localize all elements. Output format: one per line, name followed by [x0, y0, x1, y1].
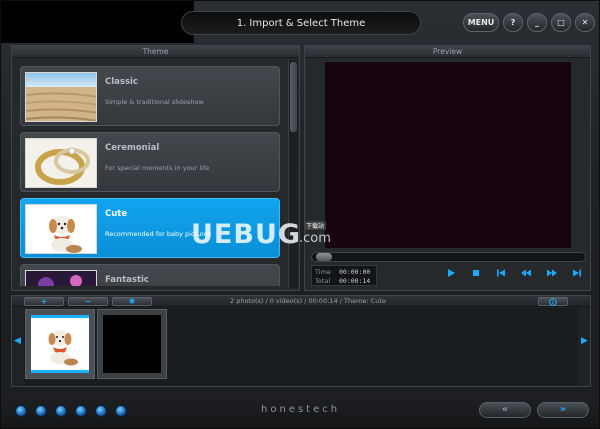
theme-item-fantastic[interactable]: Fantastic	[20, 264, 280, 286]
theme-thumbnail	[25, 270, 97, 286]
clip-thumbnail	[31, 315, 89, 373]
title-bar-dark-area	[1, 1, 194, 43]
total-label: Total	[315, 277, 331, 285]
theme-description: Simple & traditional slideshow	[105, 98, 204, 106]
step-indicator-4[interactable]	[75, 405, 87, 417]
time-value: 00:00:00	[339, 268, 371, 276]
fast-forward-icon[interactable]	[544, 268, 560, 282]
maximize-button[interactable]: □	[551, 13, 571, 32]
add-media-button[interactable]: +	[24, 297, 64, 306]
remove-media-button[interactable]: −	[68, 297, 108, 306]
theme-thumbnail	[25, 138, 97, 188]
play-icon[interactable]	[443, 268, 459, 282]
skip-forward-icon[interactable]	[569, 268, 585, 282]
scroll-left-icon[interactable]: ◀	[14, 336, 21, 346]
effects-button[interactable]: ✱	[112, 297, 152, 306]
step-indicator-6[interactable]	[115, 405, 127, 417]
scrollbar-thumb[interactable]	[290, 62, 297, 132]
theme-thumbnail	[25, 72, 97, 122]
stop-icon[interactable]	[468, 268, 484, 282]
window-title: 1. Import & Select Theme	[181, 11, 421, 35]
theme-scrollbar[interactable]	[288, 60, 298, 288]
theme-list: Classic Simple & traditional slideshow C…	[18, 66, 283, 286]
theme-panel: Theme Classic Simple & traditional slide	[11, 45, 300, 291]
theme-name: Fantastic	[105, 275, 149, 285]
step-indicator-1[interactable]	[15, 405, 27, 417]
help-button[interactable]: ?	[503, 13, 523, 32]
time-label: Time	[315, 268, 331, 276]
seek-knob[interactable]	[316, 253, 332, 261]
storyboard-panel: + − ✱ 2 photo(s) / 0 video(s) / 00:00:14…	[11, 295, 591, 387]
theme-description: For special moments in your life	[105, 164, 210, 172]
storyboard-clip-2[interactable]	[97, 309, 167, 379]
storyboard-status: 2 photo(s) / 0 video(s) / 00:00:14 / The…	[230, 297, 386, 305]
close-button[interactable]: ✕	[575, 13, 595, 32]
skip-back-icon[interactable]	[493, 268, 509, 282]
clip-thumbnail	[103, 315, 161, 373]
step-indicator-3[interactable]	[55, 405, 67, 417]
brand-logo: honestech	[261, 404, 341, 415]
theme-name: Ceremonial	[105, 143, 160, 153]
theme-thumbnail	[25, 204, 97, 254]
back-button[interactable]: «	[479, 402, 531, 418]
theme-description: Recommended for baby pictures	[105, 230, 212, 238]
preview-panel: Preview Time 00:00:00 Total 00:00:14	[304, 45, 591, 291]
time-display: Time 00:00:00 Total 00:00:14	[311, 265, 377, 286]
menu-button[interactable]: MENU	[463, 13, 499, 32]
app-window: 1. Import & Select Theme MENU ? _ □ ✕ Th…	[0, 0, 600, 429]
bottom-bar: honestech « »	[1, 393, 599, 428]
next-button[interactable]: »	[537, 402, 589, 418]
storyboard-track	[24, 308, 578, 386]
theme-name: Classic	[105, 77, 138, 87]
step-indicator-5[interactable]	[95, 405, 107, 417]
rewind-icon[interactable]	[518, 268, 534, 282]
theme-item-classic[interactable]: Classic Simple & traditional slideshow	[20, 66, 280, 126]
theme-item-ceremonial[interactable]: Ceremonial For special moments in your l…	[20, 132, 280, 192]
scroll-right-icon[interactable]: ▶	[581, 336, 588, 346]
preview-screen	[325, 62, 571, 248]
total-value: 00:00:14	[339, 277, 371, 285]
theme-panel-title: Theme	[12, 46, 299, 58]
info-icon[interactable]	[538, 297, 568, 306]
seek-bar[interactable]	[311, 252, 586, 262]
storyboard-clip-1[interactable]	[25, 309, 95, 379]
theme-item-cute[interactable]: Cute Recommended for baby pictures	[20, 198, 280, 258]
minimize-button[interactable]: _	[527, 13, 547, 32]
storyboard-toolbar: + − ✱ 2 photo(s) / 0 video(s) / 00:00:14…	[12, 296, 590, 307]
theme-name: Cute	[105, 209, 128, 219]
step-indicator-2[interactable]	[35, 405, 47, 417]
preview-panel-title: Preview	[305, 46, 590, 58]
